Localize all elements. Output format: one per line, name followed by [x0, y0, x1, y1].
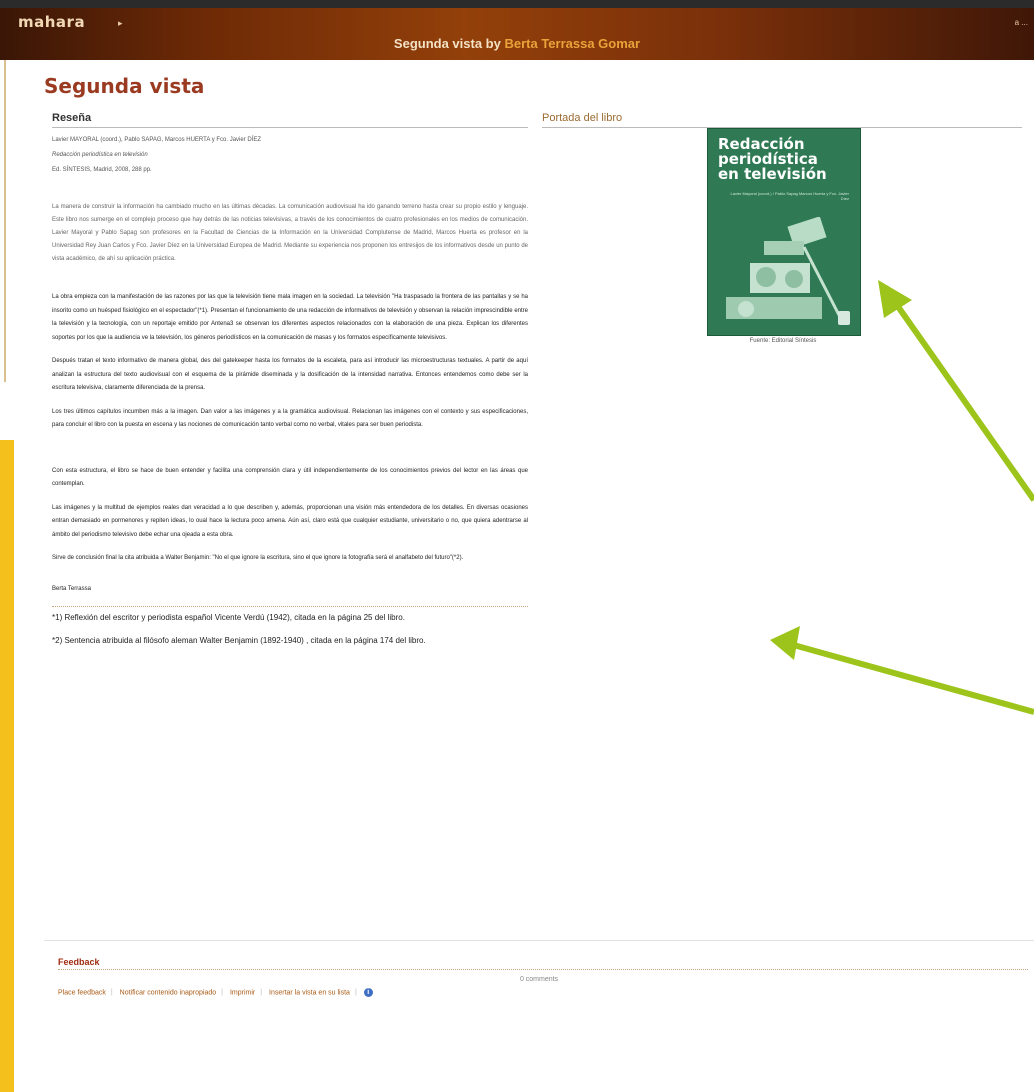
arrow-to-text [770, 626, 1034, 715]
arrow-to-cover [878, 280, 1034, 502]
annotation-arrows [770, 280, 1034, 715]
